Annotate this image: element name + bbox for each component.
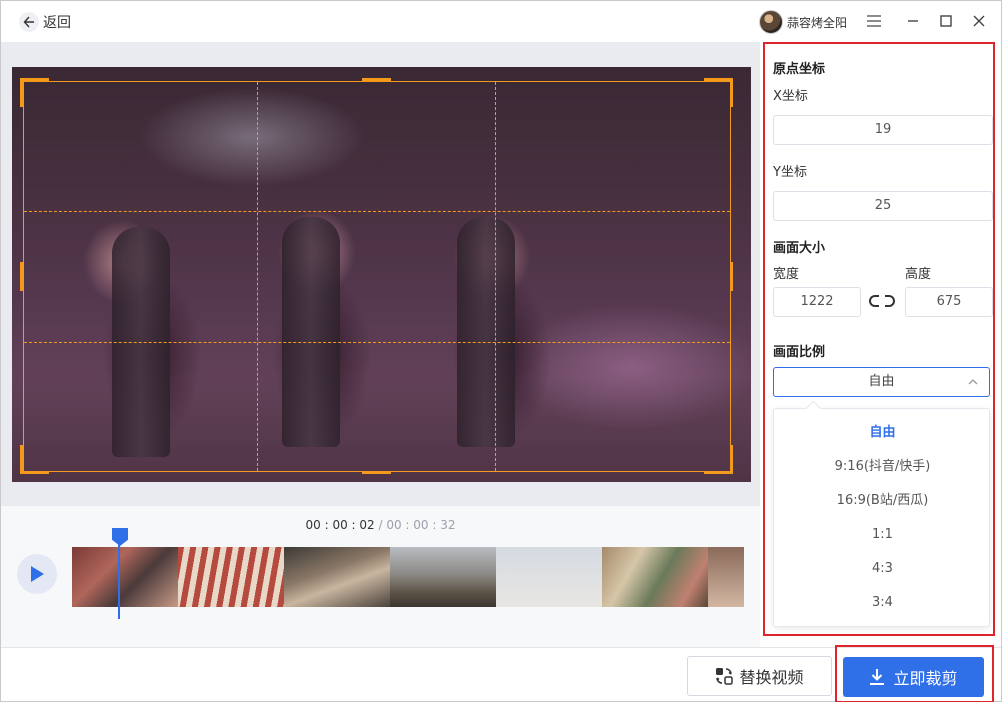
time-separator: / — [374, 518, 387, 532]
x-coordinate-input[interactable]: 19 — [773, 115, 993, 145]
grid-line — [24, 211, 730, 212]
grid-line — [257, 82, 258, 471]
thumbnail — [72, 547, 178, 607]
crop-handle-right[interactable] — [730, 262, 733, 291]
back-button[interactable]: 返回 — [19, 11, 71, 33]
replace-icon — [716, 668, 734, 685]
user-account[interactable]: 蒜容烤全阳 — [759, 10, 847, 34]
x-label: X坐标 — [773, 89, 808, 104]
maximize-icon[interactable] — [936, 11, 956, 31]
crop-now-button[interactable]: 立即裁剪 — [843, 657, 984, 697]
settings-panel: 原点坐标 X坐标 19 Y坐标 25 画面大小 宽度 高度 1222 675 画… — [763, 42, 995, 636]
current-time: 00 : 00 : 02 — [305, 518, 375, 532]
ratio-dropdown: 自由 9:16(抖音/快手) 16:9(B站/西瓜) 1:1 4:3 3:4 — [773, 408, 990, 627]
ratio-option-4-3[interactable]: 4:3 — [774, 552, 991, 586]
size-section-title: 画面大小 — [773, 241, 826, 256]
crop-handle-top-left[interactable] — [20, 78, 49, 107]
y-coordinate-input[interactable]: 25 — [773, 191, 993, 221]
crop-handle-bottom-right[interactable] — [704, 445, 733, 474]
link-ratio-icon[interactable] — [869, 292, 895, 310]
crop-button-highlight: 立即裁剪 — [835, 645, 994, 702]
replace-video-label: 替换视频 — [739, 668, 804, 687]
thumbnail — [708, 547, 744, 607]
crop-now-label: 立即裁剪 — [893, 669, 958, 688]
thumbnail-strip[interactable] — [72, 547, 744, 607]
crop-handle-left[interactable] — [20, 262, 23, 291]
bottom-bar: 替换视频 立即裁剪 — [1, 645, 1001, 702]
back-arrow-icon — [19, 12, 39, 32]
crop-handle-top-right[interactable] — [704, 78, 733, 107]
height-label: 高度 — [905, 267, 932, 282]
playhead[interactable] — [112, 528, 128, 619]
menu-icon[interactable] — [864, 11, 884, 31]
title-bar: 返回 蒜容烤全阳 — [1, 1, 1001, 42]
crop-handle-bottom[interactable] — [362, 471, 391, 474]
ratio-option-3-4[interactable]: 3:4 — [774, 586, 991, 620]
y-label: Y坐标 — [773, 165, 807, 180]
ratio-option-free[interactable]: 自由 — [774, 416, 991, 450]
back-label: 返回 — [43, 15, 71, 31]
width-input[interactable]: 1222 — [773, 287, 861, 317]
chevron-up-icon — [968, 379, 978, 385]
crop-handle-bottom-left[interactable] — [20, 445, 49, 474]
avatar — [759, 10, 783, 34]
playhead-knob[interactable] — [112, 528, 128, 546]
play-button[interactable] — [17, 554, 57, 594]
ratio-option-16-9[interactable]: 16:9(B站/西瓜) — [774, 484, 991, 518]
thumbnail — [390, 547, 496, 607]
thumbnail — [602, 547, 708, 607]
ratio-select[interactable]: 自由 — [773, 367, 990, 397]
grid-line — [24, 342, 730, 343]
origin-section-title: 原点坐标 — [773, 62, 826, 77]
replace-video-button[interactable]: 替换视频 — [687, 656, 832, 696]
thumbnail — [496, 547, 602, 607]
grid-line — [495, 82, 496, 471]
playhead-line — [118, 544, 120, 619]
thumbnail — [178, 547, 284, 607]
play-icon — [31, 566, 44, 582]
ratio-option-9-16[interactable]: 9:16(抖音/快手) — [774, 450, 991, 484]
total-time: 00 : 00 : 32 — [386, 518, 456, 532]
thumbnail — [284, 547, 390, 607]
ratio-section-title: 画面比例 — [773, 345, 826, 360]
crop-handle-top[interactable] — [362, 78, 391, 81]
minimize-icon[interactable] — [903, 11, 923, 31]
download-icon — [870, 669, 885, 685]
close-icon[interactable] — [969, 11, 989, 31]
ratio-option-1-1[interactable]: 1:1 — [774, 518, 991, 552]
app-window: 返回 蒜容烤全阳 00: 00: 02 / 00: 00: 32 原点坐… — [0, 0, 1002, 702]
user-name: 蒜容烤全阳 — [787, 15, 848, 30]
ratio-selected-value: 自由 — [868, 374, 895, 389]
crop-frame[interactable] — [23, 81, 731, 472]
timeline-area: 00 : 00 : 02 / 00 : 00 : 32 — [1, 506, 760, 647]
width-label: 宽度 — [773, 267, 800, 282]
height-input[interactable]: 675 — [905, 287, 993, 317]
